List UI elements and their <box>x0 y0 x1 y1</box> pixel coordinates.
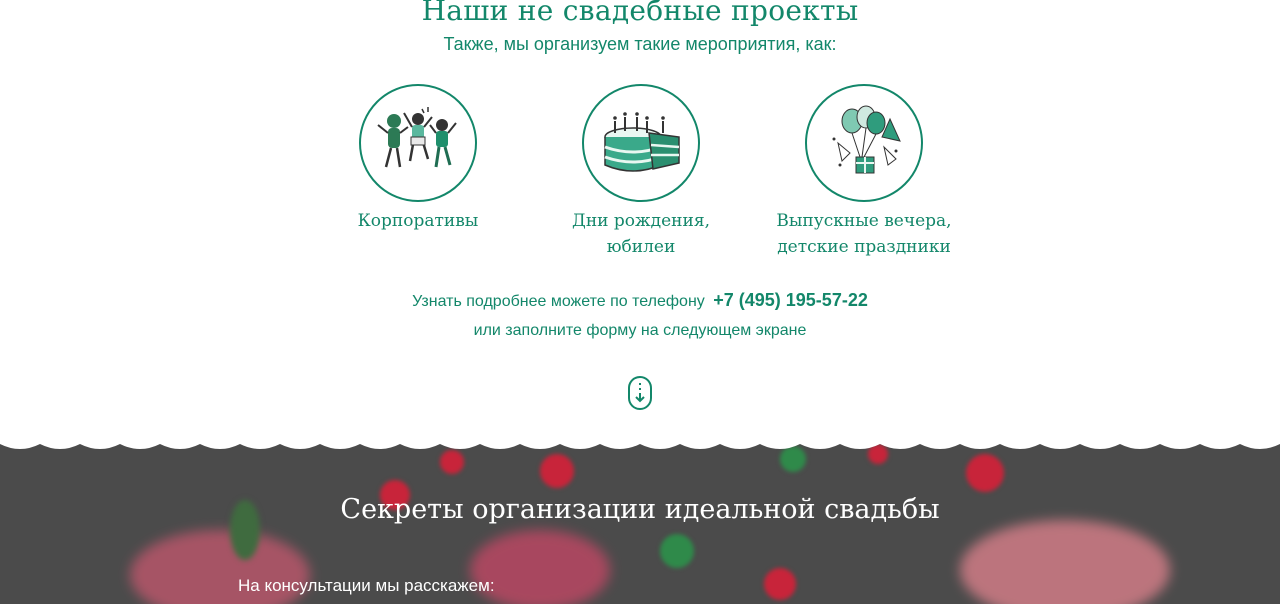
event-label: Корпоративы <box>288 208 548 234</box>
event-icon-circle <box>359 84 477 202</box>
event-label: Дни рождения, юбилеи <box>511 208 771 260</box>
birthday-cake-icon <box>604 112 680 172</box>
non-wedding-projects-section: Наши не свадебные проекты Также, мы орга… <box>0 0 1280 445</box>
event-label-line2: детские праздники <box>777 237 951 257</box>
event-label-line1: Корпоративы <box>357 211 479 231</box>
secrets-title: Секреты организации идеальной свадьбы <box>340 494 940 525</box>
decor-pompom <box>660 534 694 568</box>
event-icon-circle <box>805 84 923 202</box>
decor-flowers <box>960 520 1170 604</box>
scroll-down-button[interactable] <box>628 376 652 410</box>
decor-pompom <box>764 568 796 600</box>
section-title: Наши не свадебные проекты <box>421 0 859 27</box>
balloons-icon <box>832 105 901 174</box>
section-subtitle: Также, мы организуем такие мероприятия, … <box>443 34 837 54</box>
decor-pompom <box>966 454 1004 492</box>
contact-prefix: Узнать подробнее можете по телефону <box>412 293 705 310</box>
event-label-line1: Дни рождения, <box>572 211 710 231</box>
event-label-line1: Выпускные вечера, <box>776 211 952 231</box>
event-label-line2: юбилеи <box>606 237 676 257</box>
event-graduations: Выпускные вечера, детские праздники <box>734 84 994 260</box>
contact-form-hint: или заполните форму на следующем экране <box>473 322 807 339</box>
consult-label: На консультации мы расскажем: <box>238 576 495 595</box>
dancing-people-icon <box>377 107 457 168</box>
event-corporate: Корпоративы <box>288 84 548 234</box>
wave-divider <box>0 440 1280 449</box>
contact-info: Узнать подробнее можете по телефону +7 (… <box>0 286 1280 345</box>
event-icon-circle <box>582 84 700 202</box>
phone-link[interactable]: +7 (495) 195-57-22 <box>713 290 868 310</box>
decor-pompom <box>540 454 574 488</box>
event-birthdays: Дни рождения, юбилеи <box>511 84 771 260</box>
event-label: Выпускные вечера, детские праздники <box>734 208 994 260</box>
scroll-down-icon <box>635 383 645 403</box>
